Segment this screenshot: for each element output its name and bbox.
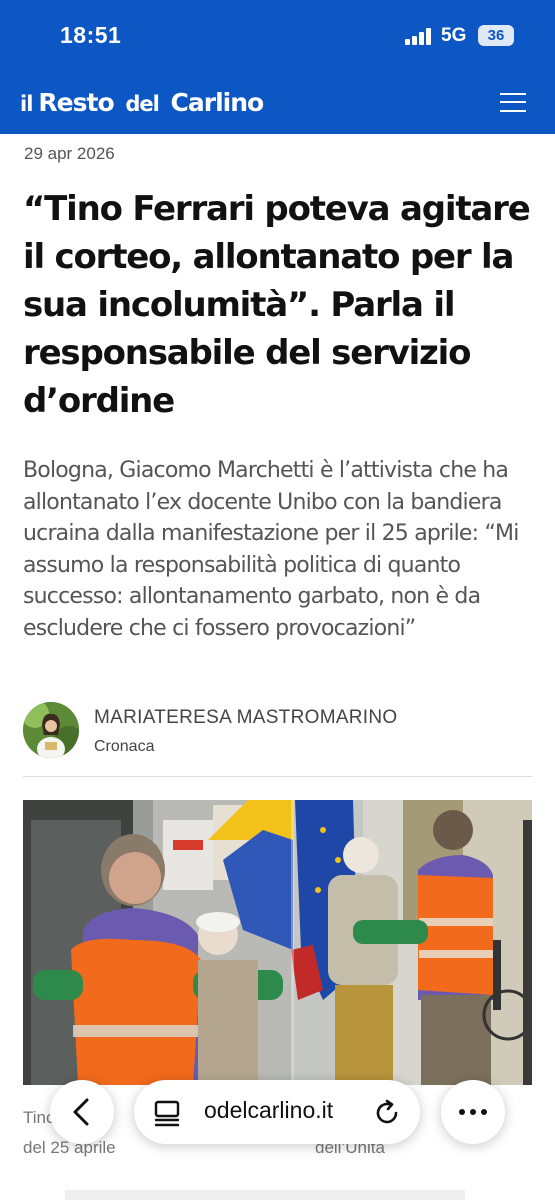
logo-del: del [125,92,159,116]
battery-level: 36 [487,27,505,44]
article-subtitle: Bologna, Giacomo Marchetti è l’attivista… [23,458,519,641]
author-row[interactable]: MARIATERESA MASTROMARINO Cronaca [23,702,533,762]
network-type: 5G [441,25,467,46]
chevron-left-icon [73,1098,89,1126]
url-text[interactable]: odelcarlino.it [204,1097,333,1124]
next-content-preview [65,1190,465,1200]
article-photo[interactable] [23,800,532,1085]
signal-icon [405,27,433,45]
site-logo[interactable]: il Resto del Carlino [20,84,265,123]
author-avatar[interactable] [23,702,79,758]
logo-carlino: Carlino [170,88,265,117]
address-bar[interactable]: odelcarlino.it [134,1080,420,1144]
site-header: il Resto del Carlino [0,76,555,134]
logo-resto: Resto [38,88,114,117]
tabs-icon[interactable] [152,1098,182,1128]
article-headline: “Tino Ferrari poteva agitare il corteo, … [23,189,531,421]
reload-icon[interactable] [372,1098,402,1128]
browser-toolbar: odelcarlino.it [0,1078,555,1162]
status-bar: 18:51 5G 36 [0,0,555,76]
hamburger-menu-icon[interactable] [500,91,526,113]
status-time: 18:51 [60,22,122,48]
logo-il: il [20,92,33,116]
ellipsis-icon [459,1109,487,1115]
author-name[interactable]: MARIATERESA MASTROMARINO [94,707,398,729]
back-button[interactable] [50,1080,114,1144]
battery-icon: 36 [478,25,514,46]
more-button[interactable] [441,1080,505,1144]
divider [23,776,532,777]
article-date: 29 apr 2026 [24,144,115,163]
article-section[interactable]: Cronaca [94,738,154,756]
